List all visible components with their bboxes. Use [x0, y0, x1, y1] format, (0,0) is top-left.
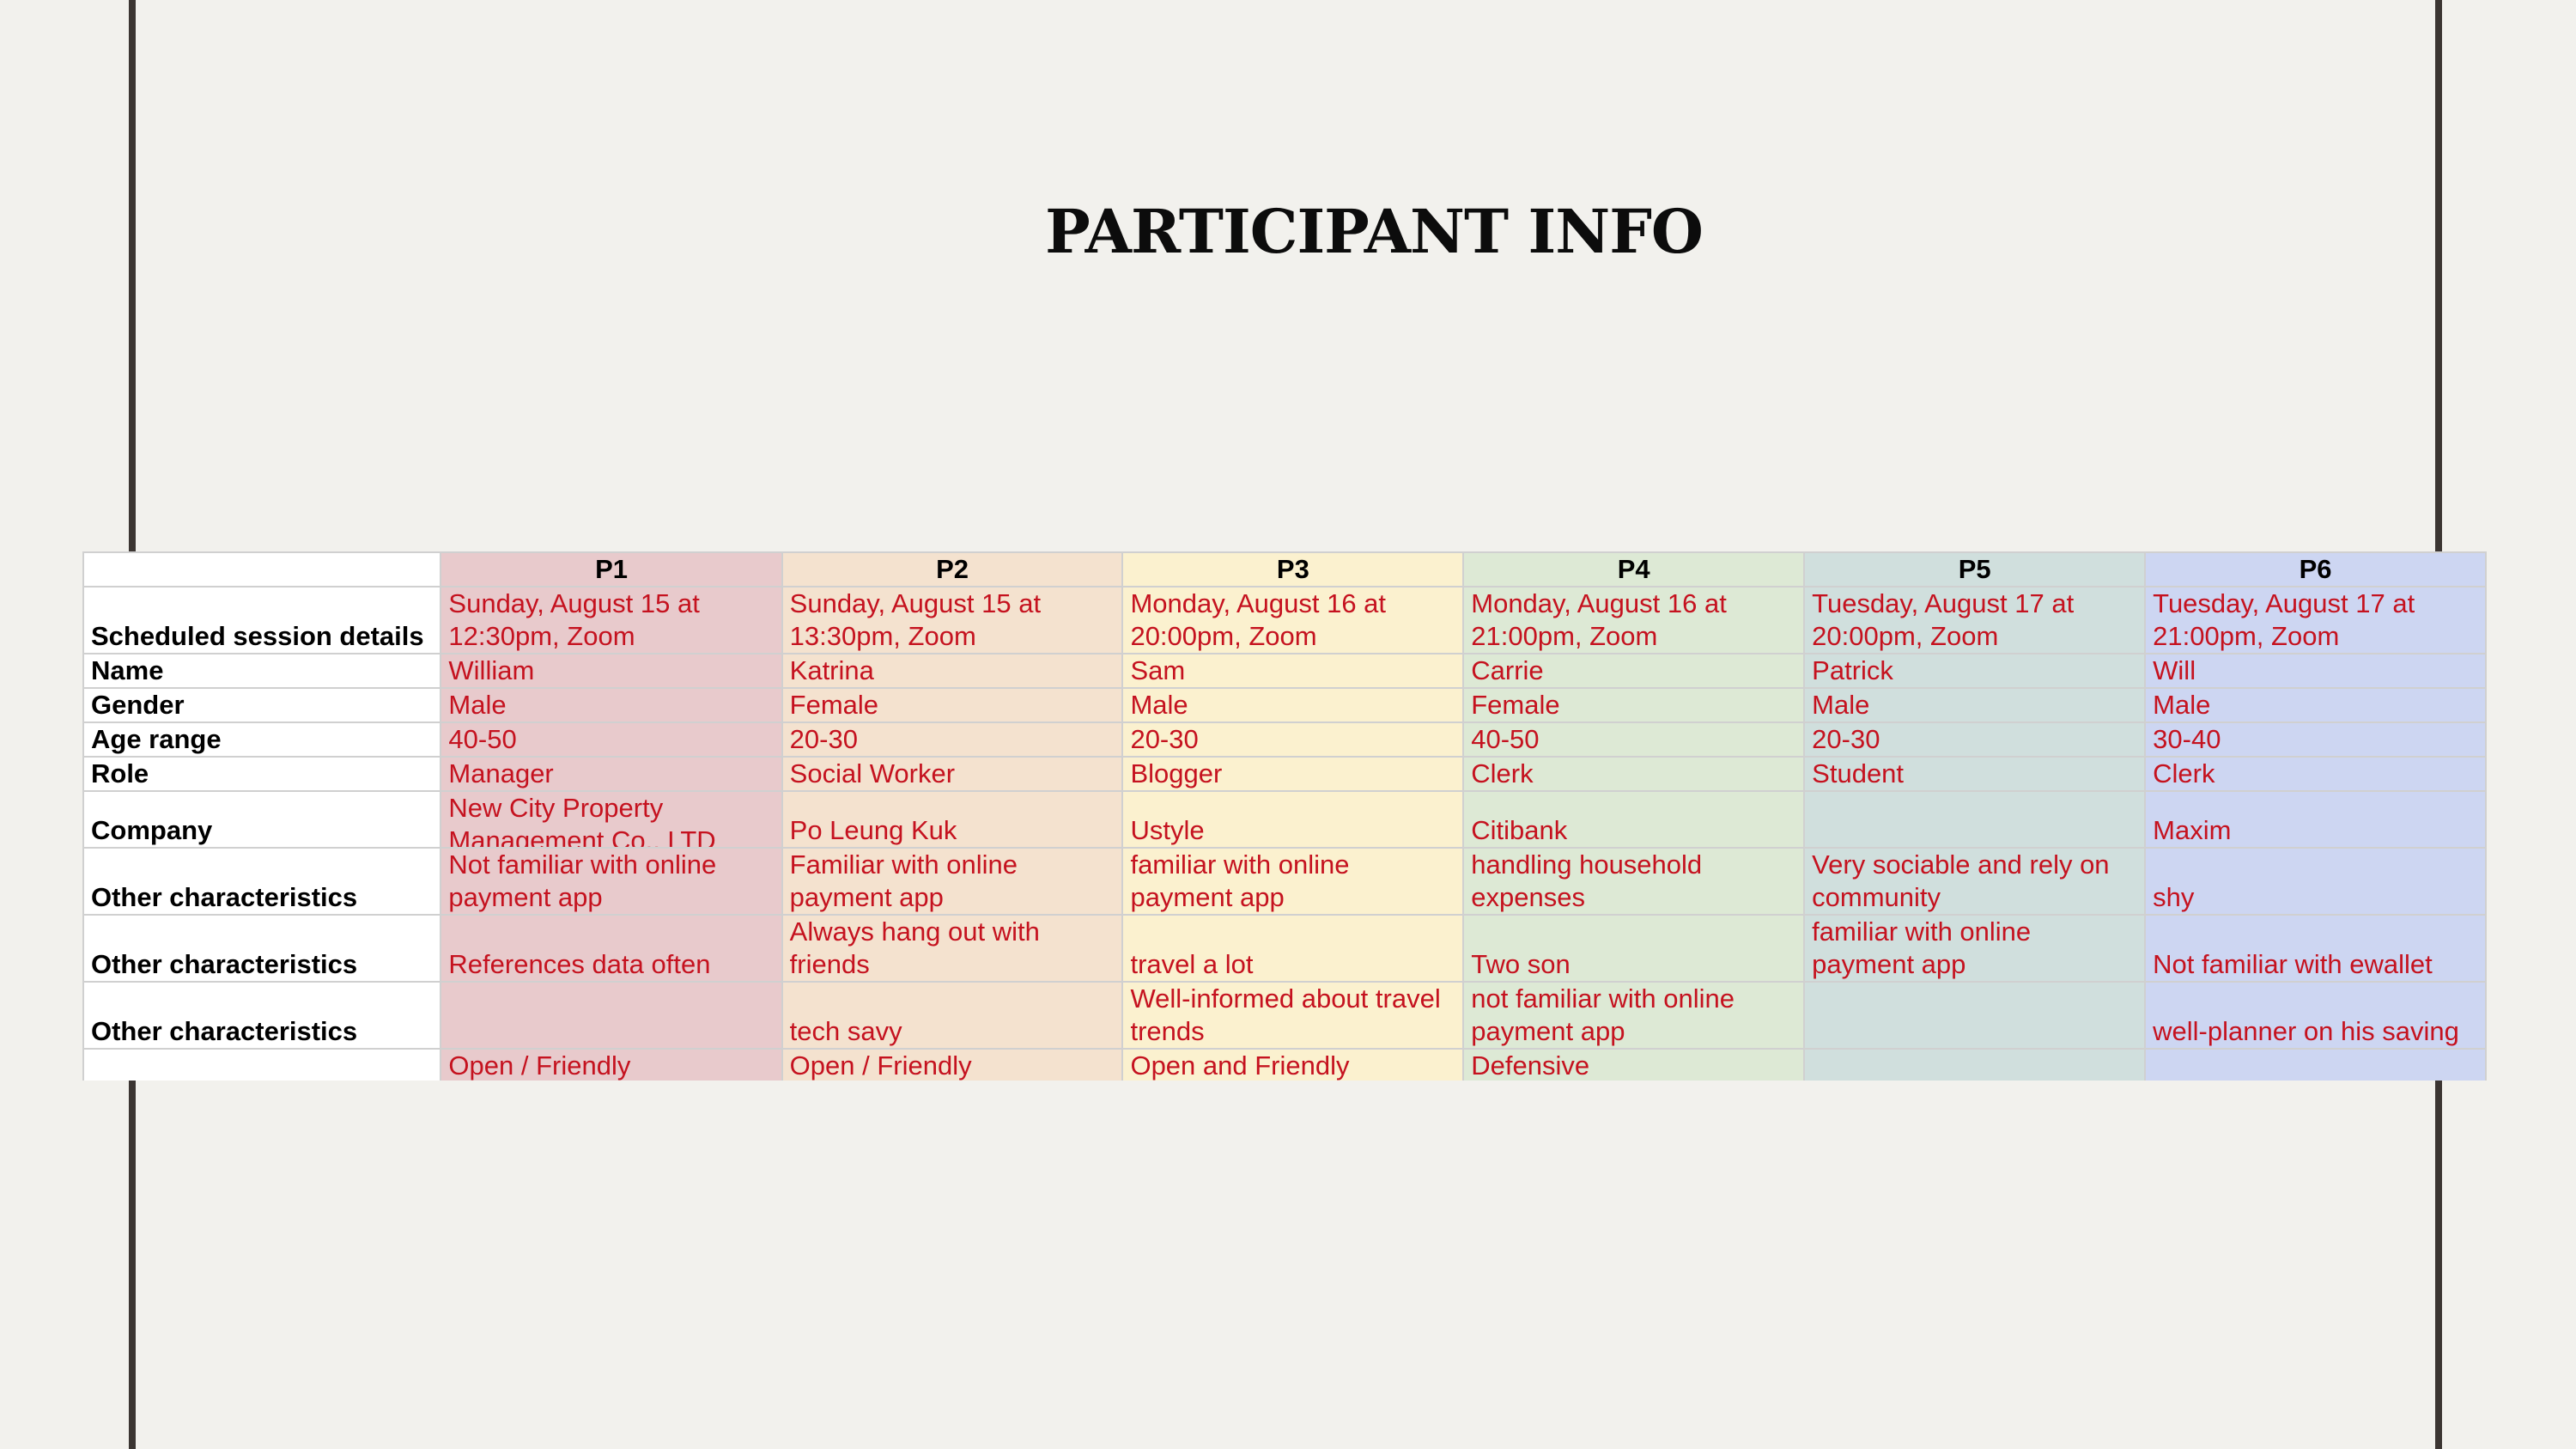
- table-cell: Always hang out with friends: [781, 914, 1124, 983]
- table-cell: well-planner on his saving: [2144, 981, 2487, 1050]
- header-p4: P4: [1462, 551, 1806, 588]
- table-cell: New City Property Management Co., LTD: [440, 790, 783, 849]
- table-cell: Familiar with online payment app: [781, 847, 1124, 916]
- table-cell: 20-30: [781, 721, 1124, 758]
- table-cell: familiar with online payment app: [1803, 914, 2147, 983]
- header-p6: P6: [2144, 551, 2487, 588]
- table-row: Scheduled session details Sunday, August…: [82, 586, 2487, 654]
- table-cell: Monday, August 16 at 21:00pm, Zoom: [1462, 586, 1806, 654]
- table-cell: [1803, 1048, 2147, 1081]
- table-cell: Sam: [1121, 653, 1465, 689]
- table-cell: References data often: [440, 914, 783, 983]
- table-cell: Open / Friendly: [781, 1048, 1124, 1081]
- cell-text: New City Property Management Co., LTD: [448, 793, 716, 847]
- table-cell: Monday, August 16 at 20:00pm, Zoom: [1121, 586, 1465, 654]
- table-cell: handling household expenses: [1462, 847, 1806, 916]
- table-cell: Not familiar with ewallet: [2144, 914, 2487, 983]
- participant-table-container: P1 P2 P3 P4 P5 P6 Scheduled session deta…: [82, 551, 2487, 1081]
- table-cell: 40-50: [440, 721, 783, 758]
- table-row: Company New City Property Management Co.…: [82, 790, 2487, 849]
- table-row: Name William Katrina Sam Carrie Patrick …: [82, 653, 2487, 689]
- table-cell: Very sociable and rely on community: [1803, 847, 2147, 916]
- table-cell: 20-30: [1803, 721, 2147, 758]
- table-cell: William: [440, 653, 783, 689]
- table-cell: Male: [2144, 687, 2487, 723]
- page-title: PARTICIPANT INFO: [1045, 196, 1704, 267]
- row-label: Company: [82, 790, 442, 849]
- table-cell: Tuesday, August 17 at 20:00pm, Zoom: [1803, 586, 2147, 654]
- table-cell: Manager: [440, 756, 783, 792]
- table-cell: Sunday, August 15 at 13:30pm, Zoom: [781, 586, 1124, 654]
- row-label: Other characteristics: [82, 914, 442, 983]
- table-cell: [1803, 981, 2147, 1050]
- table-row: Other characteristics tech savy Well-inf…: [82, 981, 2487, 1050]
- table-cell: Clerk: [1462, 756, 1806, 792]
- participant-table: P1 P2 P3 P4 P5 P6 Scheduled session deta…: [82, 551, 2487, 1081]
- table-cell: Female: [781, 687, 1124, 723]
- table-row: Gender Male Female Male Female Male Male: [82, 687, 2487, 723]
- row-label: Other characteristics: [82, 981, 442, 1050]
- table-header-row: P1 P2 P3 P4 P5 P6: [82, 551, 2487, 588]
- row-label: Scheduled session details: [82, 586, 442, 654]
- table-cell: not familiar with online payment app: [1462, 981, 1806, 1050]
- table-cell: Patrick: [1803, 653, 2147, 689]
- table-cell: 30-40: [2144, 721, 2487, 758]
- table-cell: [1803, 790, 2147, 849]
- table-cell: Female: [1462, 687, 1806, 723]
- row-label: Gender: [82, 687, 442, 723]
- header-p3: P3: [1121, 551, 1465, 588]
- table-cell: familiar with online payment app: [1121, 847, 1465, 916]
- table-cell: Open and Friendly: [1121, 1048, 1465, 1081]
- table-cell: Defensive: [1462, 1048, 1806, 1081]
- table-cell: Open / Friendly: [440, 1048, 783, 1081]
- table-cell: Social Worker: [781, 756, 1124, 792]
- table-cell: Katrina: [781, 653, 1124, 689]
- row-label: [82, 1048, 442, 1081]
- table-cell: Carrie: [1462, 653, 1806, 689]
- table-cell: shy: [2144, 847, 2487, 916]
- table-cell: Clerk: [2144, 756, 2487, 792]
- table-row: Age range 40-50 20-30 20-30 40-50 20-30 …: [82, 721, 2487, 758]
- table-cell: tech savy: [781, 981, 1124, 1050]
- table-row: Other characteristics References data of…: [82, 914, 2487, 983]
- header-corner-cell: [82, 551, 442, 588]
- header-p1: P1: [440, 551, 783, 588]
- table-cell: Maxim: [2144, 790, 2487, 849]
- row-label: Role: [82, 756, 442, 792]
- row-label: Age range: [82, 721, 442, 758]
- row-label: Other characteristics: [82, 847, 442, 916]
- table-cell: Male: [440, 687, 783, 723]
- table-cell: Ustyle: [1121, 790, 1465, 849]
- table-cell: Blogger: [1121, 756, 1465, 792]
- table-cell: Tuesday, August 17 at 21:00pm, Zoom: [2144, 586, 2487, 654]
- table-cell: Male: [1803, 687, 2147, 723]
- table-cell: Well-informed about travel trends: [1121, 981, 1465, 1050]
- table-cell: Sunday, August 15 at 12:30pm, Zoom: [440, 586, 783, 654]
- table-cell: Two son: [1462, 914, 1806, 983]
- header-p5: P5: [1803, 551, 2147, 588]
- table-cell: Student: [1803, 756, 2147, 792]
- table-row: Role Manager Social Worker Blogger Clerk…: [82, 756, 2487, 792]
- table-row: Other characteristics Not familiar with …: [82, 847, 2487, 916]
- table-cell: Will: [2144, 653, 2487, 689]
- table-cell: Po Leung Kuk: [781, 790, 1124, 849]
- table-cell: 40-50: [1462, 721, 1806, 758]
- table-cell: Not familiar with online payment app: [440, 847, 783, 916]
- table-cell: 20-30: [1121, 721, 1465, 758]
- table-cell: [440, 981, 783, 1050]
- table-cell: travel a lot: [1121, 914, 1465, 983]
- table-cell: [2144, 1048, 2487, 1081]
- table-cell: Male: [1121, 687, 1465, 723]
- table-cell: Citibank: [1462, 790, 1806, 849]
- title-container: PARTICIPANT INFO: [1005, 196, 1743, 267]
- row-label: Name: [82, 653, 442, 689]
- header-p2: P2: [781, 551, 1124, 588]
- table-row: Open / Friendly Open / Friendly Open and…: [82, 1048, 2487, 1081]
